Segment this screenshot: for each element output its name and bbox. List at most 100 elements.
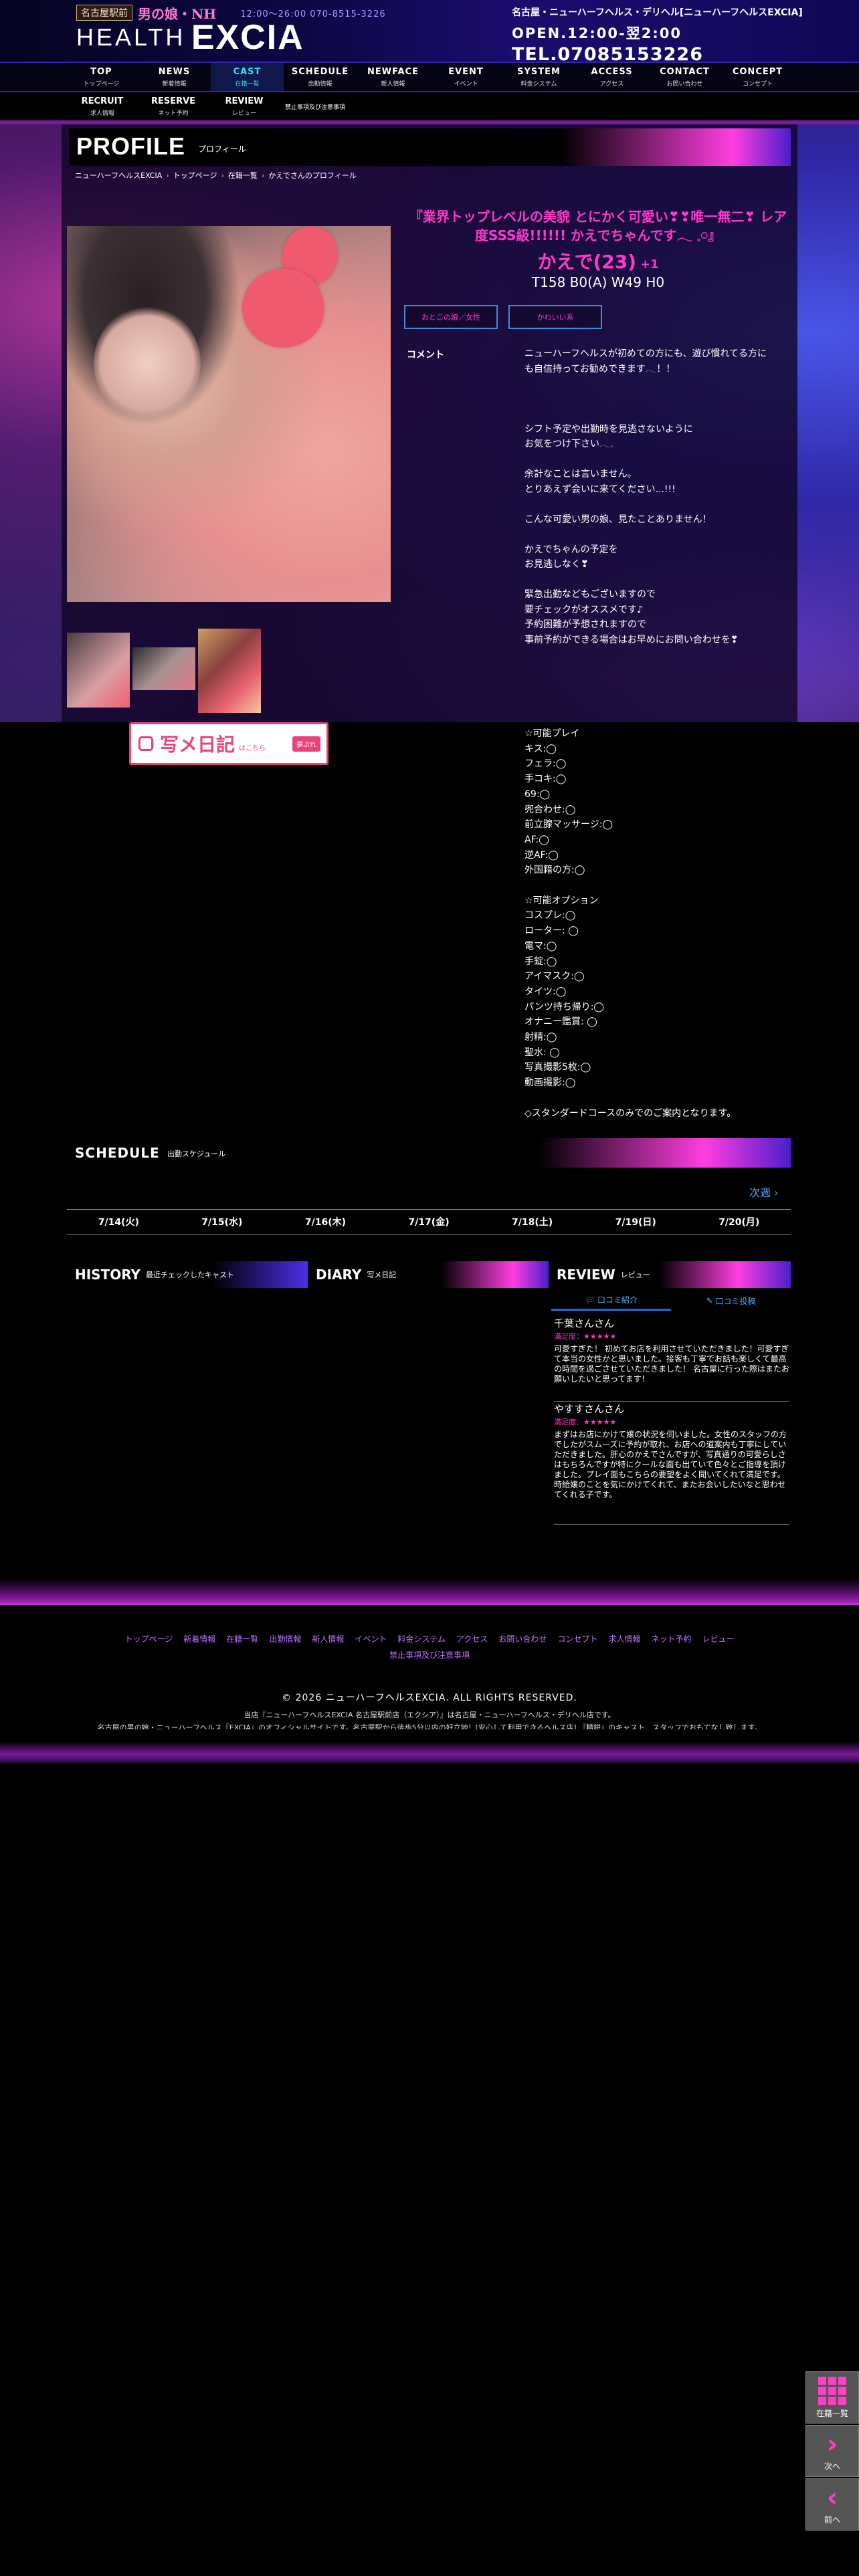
nav-sublabel: コンセプト (742, 80, 773, 88)
nav-concept[interactable]: CONCEPT コンセプト (721, 63, 794, 91)
footer-link[interactable]: ネット予約 (651, 1633, 691, 1644)
tag-type[interactable]: おとこの娘／女性 (404, 305, 498, 329)
nav-label: RESERVE (151, 96, 196, 106)
footer-link[interactable]: お問い合わせ (498, 1633, 547, 1644)
schedule-day: 7/15(水) (201, 1217, 243, 1228)
profile-title-bar: PROFILE プロフィール (70, 128, 791, 166)
page-title: PROFILE (76, 132, 186, 160)
diary-banner-text: 写メ日記 (160, 734, 235, 756)
footer-link[interactable]: 料金システム (397, 1633, 446, 1644)
chevron-right-icon: › (774, 1186, 779, 1199)
thumbnail-3[interactable] (198, 629, 261, 713)
breadcrumb-separator-icon: › (261, 171, 265, 180)
cast-main-photo[interactable] (67, 226, 391, 602)
breadcrumb-current: かえでさんのプロフィール (268, 171, 357, 180)
thumbnail-1[interactable] (67, 633, 130, 708)
review-text: まずはお店にかけて嬢の状況を伺いました。女性のスタッフの方でしたがスムーズに予約… (554, 1430, 787, 1499)
footer-link[interactable]: アクセス (456, 1633, 488, 1644)
footer-link[interactable]: 出勤情報 (269, 1633, 301, 1644)
nav-top[interactable]: TOP トップページ (65, 63, 138, 91)
breadcrumb-shop[interactable]: ニューハーフヘルスEXCIA (75, 170, 162, 181)
photo-diary-banner[interactable]: 写メ日記 はこちら 夢ぷれ (129, 722, 328, 765)
schedule-day: 7/18(土) (512, 1217, 553, 1228)
nav-sublabel: お問い合わせ (666, 80, 703, 88)
breadcrumb-separator-icon: › (221, 171, 224, 180)
breadcrumb-top[interactable]: トップページ (173, 170, 217, 181)
nav-system[interactable]: SYSTEM 料金システム (502, 63, 575, 91)
footer-link[interactable]: コンセプト (557, 1633, 597, 1644)
site-header: 名古屋駅前 男の娘・NH 12:00～26:00 070-8515-3226 H… (0, 0, 859, 65)
footer-link[interactable]: 求人情報 (608, 1633, 640, 1644)
history-header: HISTORY 最近チェックしたキャスト (70, 1261, 308, 1288)
nav-sublabel: 出勤情報 (308, 80, 332, 88)
review-rating: 満足度：★★★★★ (554, 1332, 617, 1341)
footer-link[interactable]: 新人情報 (312, 1633, 344, 1644)
footer-link[interactable]: レビュー (702, 1633, 734, 1644)
nav-rules[interactable]: 禁止事項及び注意事項 (280, 92, 351, 120)
nav-recruit[interactable]: RECRUIT 求人情報 (67, 92, 138, 120)
footer-glow-bottom (0, 1729, 859, 1763)
review-tabs: 💬︎ 口コミ紹介 ✎ 口コミ投稿 (551, 1291, 791, 1311)
nav-label: NEWS (158, 66, 191, 77)
nav-sublabel: アクセス (599, 80, 624, 88)
nav-sublabel: 料金システム (520, 80, 557, 88)
nav-review[interactable]: REVIEW レビュー (209, 92, 280, 120)
nav-event[interactable]: EVENT イベント (430, 63, 502, 91)
page: { "header": { "badge_area": "名古屋駅前", "ba… (0, 0, 859, 2576)
nav-contact[interactable]: CONTACT お問い合わせ (648, 63, 721, 91)
footer-description-1: 当店『ニューハーフヘルスEXCIA 名古屋駅前店（エクシア）』は名古屋・ニューハ… (244, 1711, 615, 1719)
float-cast-list-button[interactable]: 在籍一覧 (805, 2371, 859, 2424)
chat-icon: 💬︎ (584, 1295, 595, 1305)
diary-subtitle: 写メ日記 (367, 1271, 397, 1279)
catch-copy: 『業界トップレベルの美貌 とにかく可愛い❣❣唯一無二❣ レア度SSS級!!!!!… (409, 209, 787, 243)
thumbnail-2[interactable] (132, 647, 195, 690)
logo-health: HEALTH (76, 23, 186, 51)
tag-style[interactable]: かわいい系 (508, 305, 602, 329)
play-options-list: ☆可能プレイ キス:◯ フェラ:◯ 手コキ:◯ 69:◯ 兜合わせ:◯ 前立腺マ… (524, 728, 737, 1119)
header-description: 名古屋・ニューハーフヘルス・デリヘル[ニューハーフヘルスEXCIA] (512, 7, 803, 18)
nav-sublabel: 新着情報 (162, 80, 187, 88)
footer-link[interactable]: イベント (355, 1633, 387, 1644)
nav-schedule[interactable]: SCHEDULE 出勤情報 (284, 63, 357, 91)
float-next-button[interactable]: › 次へ (805, 2425, 859, 2477)
review-rating: 満足度：★★★★★ (554, 1418, 617, 1426)
float-prev-button[interactable]: ‹ 前へ (805, 2478, 859, 2531)
nav-access[interactable]: ACCESS アクセス (575, 63, 648, 91)
schedule-next-week[interactable]: 次週 › (749, 1184, 779, 1200)
nav-newface[interactable]: NEWFACE 新人情報 (357, 63, 430, 91)
nav-sublabel: 求人情報 (90, 110, 114, 117)
cast-measurements: T158 B0(A) W49 H0 (531, 274, 665, 290)
site-logo[interactable]: HEALTH EXCIA (76, 17, 304, 58)
schedule-day: 7/16(木) (304, 1217, 347, 1228)
copyright: © 2026 ニューハーフヘルスEXCIA. ALL RIGHTS RESERV… (282, 1693, 577, 1703)
edit-icon: ✎ (706, 1296, 713, 1305)
logo-excia: EXCIA (191, 18, 304, 57)
nav-label: CONTACT (660, 66, 710, 77)
nav-sublabel: レビュー (231, 110, 256, 117)
reviewer-name: 千葉さんさん (554, 1317, 615, 1329)
tab-label: 口コミ投稿 (715, 1296, 756, 1306)
footer-links: トップページ 新着情報 在籍一覧 出勤情報 新人情報 イベント 料金システム ア… (0, 1633, 859, 1644)
nav-cast[interactable]: CAST 在籍一覧 (211, 63, 284, 91)
footer-link-rules[interactable]: 禁止事項及び注意事項 (0, 1649, 859, 1660)
footer-glow (0, 1578, 859, 1605)
breadcrumb-cast[interactable]: 在籍一覧 (228, 170, 258, 181)
float-caption: 前へ (824, 2514, 840, 2525)
footer-link[interactable]: 新着情報 (183, 1633, 215, 1644)
footer-link[interactable]: 在籍一覧 (226, 1633, 258, 1644)
grid-icon (818, 2376, 846, 2405)
main-nav: TOP トップページ NEWS 新着情報 CAST 在籍一覧 SCHEDULE 出勤情報… (0, 62, 859, 92)
tab-review-post[interactable]: ✎ 口コミ投稿 (671, 1291, 791, 1311)
footer-link[interactable]: トップページ (125, 1633, 173, 1644)
nav-sublabel: トップページ (83, 80, 120, 88)
nav-label: RECRUIT (81, 96, 124, 106)
tab-review-list[interactable]: 💬︎ 口コミ紹介 (551, 1291, 671, 1311)
breadcrumb: ニューハーフヘルスEXCIA › トップページ › 在籍一覧 › かえでさんのプロフィ… (75, 170, 357, 181)
header-info: 名古屋・ニューハーフヘルス・デリヘル[ニューハーフヘルスEXCIA] OPEN.… (512, 5, 820, 65)
photo-thumbnails (67, 629, 261, 713)
nav-news[interactable]: NEWS 新着情報 (138, 63, 211, 91)
nav-label: NEWFACE (367, 66, 419, 77)
nav-label: 禁止事項及び注意事項 (284, 104, 345, 111)
nav-reserve[interactable]: RESERVE ネット予約 (138, 92, 209, 120)
nav-label: CONCEPT (732, 66, 783, 77)
